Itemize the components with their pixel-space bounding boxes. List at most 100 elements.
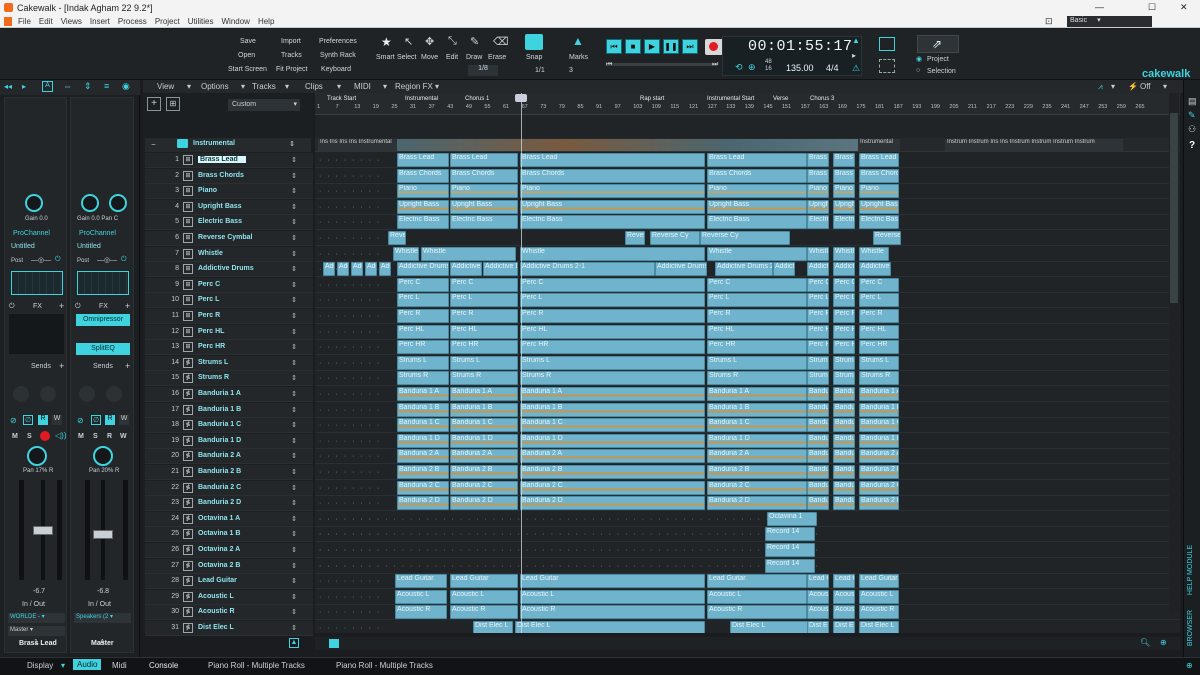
- clip[interactable]: Piano: [833, 184, 855, 199]
- clip[interactable]: Acoustic R: [520, 605, 705, 620]
- clip[interactable]: Perc C: [833, 277, 855, 292]
- track-name[interactable]: Banduria 1 D: [198, 437, 241, 444]
- time-display[interactable]: 00:01:55:17: [748, 38, 853, 55]
- maximize-button[interactable]: ☐: [1148, 2, 1156, 13]
- clip[interactable]: Acoustic L: [833, 589, 855, 604]
- help-module-tab[interactable]: HELP MODULE: [1187, 545, 1194, 595]
- clip[interactable]: Banduria 2 B: [833, 465, 855, 479]
- track-lane[interactable]: · · · · · · · · Banduria 2 D Banduria 2 DB…: [315, 496, 1180, 512]
- track-lane[interactable]: · · · · · · · · Lead Guitar Lead Guitar Lea…: [315, 574, 1180, 590]
- marker[interactable]: Verse: [773, 96, 788, 102]
- clip[interactable]: Whistle: [707, 246, 807, 261]
- clip[interactable]: Electric Bass: [807, 215, 829, 230]
- menu-views[interactable]: Views: [61, 17, 82, 26]
- clip[interactable]: Banduria 2 C: [833, 480, 855, 495]
- ruler-measure[interactable]: 253: [1098, 104, 1107, 110]
- clips-menu[interactable]: Clips: [305, 82, 323, 91]
- fx-plugin-omnipressor[interactable]: Omnipressor: [76, 314, 130, 326]
- clip[interactable]: Banduria 1 B: [807, 402, 829, 417]
- clip[interactable]: Brass Chords: [520, 168, 705, 183]
- volume-fader-left[interactable]: [33, 526, 53, 535]
- ruler-measure[interactable]: 169: [838, 104, 847, 110]
- clip[interactable]: Upright Bass: [450, 199, 518, 214]
- track-name[interactable]: Perc HL: [198, 328, 224, 335]
- clip[interactable]: Perc HL: [859, 324, 899, 339]
- automation-off-arrow-icon[interactable]: ▾: [1163, 82, 1167, 91]
- clip[interactable]: Addictive Drums 2-1: [483, 262, 518, 277]
- now-slider[interactable]: [606, 63, 718, 66]
- timeline-ruler[interactable]: 1 7 13 19 25 31 37 43 49 55 61 67 73 79 85 91 97 103 109 11…: [315, 93, 1180, 115]
- clip[interactable]: Lead Guitar: [450, 574, 518, 589]
- clip[interactable]: Whistle: [859, 246, 889, 261]
- audio-tab[interactable]: Audio: [73, 659, 102, 670]
- clip[interactable]: Banduria 1 B: [397, 402, 449, 417]
- track-row[interactable]: 9 ⊞ Perc C ⇕: [145, 277, 313, 293]
- clip[interactable]: Perc HL: [450, 324, 518, 339]
- track-lane[interactable]: · · · · · · · · Record 14 · · · · · · · · …: [315, 543, 1180, 558]
- track-name[interactable]: Banduria 2 D: [198, 499, 241, 506]
- clip[interactable]: Banduria 1 D: [397, 433, 449, 448]
- track-expand-icon[interactable]: ⇕: [291, 234, 297, 242]
- clip[interactable]: Electric Bass: [859, 215, 899, 230]
- clip[interactable]: Electric Bass: [833, 215, 855, 230]
- click-icon[interactable]: ⚠: [852, 63, 860, 74]
- clip[interactable]: Brass Chords: [450, 168, 518, 183]
- track-lane[interactable]: · · · · · · · · Perc R Perc R Perc R Perc RP…: [315, 309, 1180, 324]
- piano-roll-tab-2[interactable]: Piano Roll - Multiple Tracks: [336, 661, 433, 670]
- list-icon[interactable]: ≡: [104, 81, 109, 91]
- clip[interactable]: Whistle: [421, 246, 516, 261]
- display-arrow-icon[interactable]: ▾: [61, 661, 65, 670]
- clip[interactable]: Brass Chords: [833, 168, 855, 183]
- fx-plugin-spliteq[interactable]: SplitEQ: [76, 343, 130, 355]
- ruler-measure[interactable]: 49: [466, 104, 472, 110]
- clip[interactable]: Perc HR: [520, 340, 705, 355]
- display-tab[interactable]: Display: [27, 661, 53, 670]
- ruler-measure[interactable]: 181: [875, 104, 884, 110]
- track-row[interactable]: 8 ⊞ Addictive Drums ⇕: [145, 262, 313, 278]
- clip[interactable]: Strums L: [520, 355, 705, 370]
- ruler-measure[interactable]: 7: [336, 104, 339, 110]
- write-icon[interactable]: W: [52, 415, 62, 425]
- folder-clip-start[interactable]: Ins Ins Ins Ins Instrumental: [318, 139, 398, 151]
- clip[interactable]: Dist Elec L: [515, 621, 705, 633]
- ruler-measure[interactable]: 109: [652, 104, 661, 110]
- clip[interactable]: Brass Chords: [859, 168, 899, 183]
- clip[interactable]: Banduria 2 B: [859, 465, 899, 479]
- clip[interactable]: Banduria 1 A: [833, 387, 855, 401]
- track-expand-icon[interactable]: ⇕: [291, 530, 297, 538]
- options-menu-arrow-icon[interactable]: ▾: [241, 82, 245, 91]
- track-lane[interactable]: · · · · · · · · Dist Elec L Dist Elec L Dis…: [315, 621, 1180, 633]
- track-lane[interactable]: · · · · · · · ·Addictive Drums 2-1Addict…: [315, 262, 1180, 278]
- marker[interactable]: Chorus 1: [465, 96, 489, 102]
- draw-tool-icon[interactable]: ✎: [470, 35, 479, 48]
- track-expand-icon[interactable]: ⇕: [291, 624, 297, 632]
- clip[interactable]: Electric Bass: [520, 215, 705, 230]
- clip[interactable]: Banduria 1 A: [450, 387, 518, 401]
- clip[interactable]: Addictive Drums 2-1: [351, 262, 363, 277]
- open-button[interactable]: Open: [238, 52, 255, 59]
- view-menu-arrow-icon[interactable]: ▾: [187, 82, 191, 91]
- menu-utilities[interactable]: Utilities: [188, 17, 214, 26]
- send-level-knob[interactable]: [13, 386, 29, 402]
- clip[interactable]: Banduria 2 B: [397, 465, 449, 479]
- track-expand-icon[interactable]: ⇕: [291, 593, 297, 601]
- clip[interactable]: Acoustic L: [807, 589, 829, 604]
- solo-button[interactable]: S: [27, 433, 32, 440]
- track-name[interactable]: Octavina 1 A: [198, 515, 240, 522]
- mute-button[interactable]: M: [12, 433, 18, 440]
- clip[interactable]: Banduria 1 A: [859, 387, 899, 401]
- track-lane[interactable]: · · · · · · · · Octavina 1 · · · · · · · ·…: [315, 511, 1180, 527]
- ruler-measure[interactable]: 157: [801, 104, 810, 110]
- clip[interactable]: Perc L: [707, 293, 807, 308]
- clip[interactable]: Strums L: [833, 355, 855, 370]
- clip[interactable]: Perc HR: [397, 340, 449, 355]
- clip[interactable]: Acoustic R: [859, 605, 899, 620]
- add-track-icon[interactable]: +: [147, 97, 161, 111]
- clip[interactable]: Perc R: [807, 309, 829, 323]
- track-expand-icon[interactable]: ⇕: [291, 218, 297, 226]
- track-row[interactable]: 13 ⊞ Perc HR ⇕: [145, 340, 313, 356]
- clip[interactable]: Piano: [450, 184, 518, 199]
- track-expand-icon[interactable]: ⇕: [291, 421, 297, 429]
- clip[interactable]: Banduria 1 C: [807, 418, 829, 433]
- clip[interactable]: Piano: [859, 184, 899, 199]
